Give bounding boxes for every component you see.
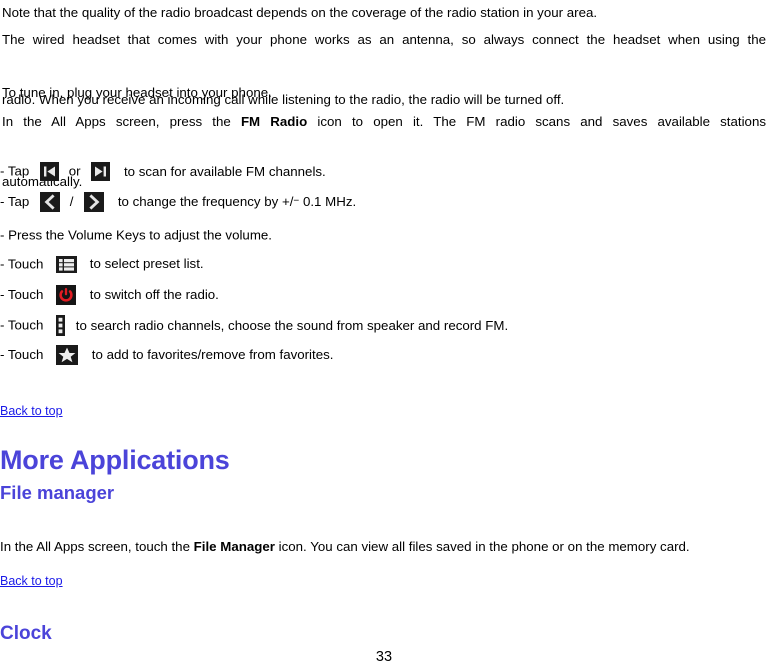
power-icon[interactable] bbox=[56, 285, 77, 305]
paragraph-all-apps-pre: In the All Apps screen, press the bbox=[2, 114, 241, 129]
paragraph-tune-in: To tune in, plug your headset into your … bbox=[0, 78, 704, 108]
bullet-preset-suffix: to select preset list. bbox=[89, 256, 204, 272]
bullet-scan-separator: or bbox=[68, 163, 81, 179]
heading-clock: Clock bbox=[0, 623, 52, 644]
bullet-switchoff-suffix: to switch off the radio. bbox=[89, 287, 219, 302]
paragraph-antenna-line1: The wired headset that comes with your p… bbox=[2, 32, 766, 47]
chevron-left-icon[interactable] bbox=[40, 192, 61, 212]
bullet-switchoff-prefix: - Touch bbox=[0, 287, 44, 302]
heading-more-applications: More Applications bbox=[0, 445, 230, 475]
bullet-scan-channels: - Tap or to scan for available FM channe… bbox=[0, 162, 326, 181]
paragraph-note-text: Note that the quality of the radio broad… bbox=[2, 5, 598, 20]
skip-next-icon[interactable] bbox=[91, 162, 111, 181]
overflow-menu-icon[interactable] bbox=[56, 315, 66, 336]
bullet-scan-suffix: to scan for available FM channels. bbox=[123, 163, 326, 179]
bullet-scan-prefix: - Tap bbox=[0, 163, 30, 179]
file-manager-label: File Manager bbox=[193, 539, 275, 554]
bullet-frequency-prefix: - Tap bbox=[0, 194, 30, 209]
bullet-frequency-separator: / bbox=[69, 194, 74, 209]
back-to-top-link-1[interactable]: Back to top bbox=[0, 403, 63, 419]
bullet-search-suffix: to search radio channels, choose the sou… bbox=[75, 317, 509, 333]
paragraph-all-apps: In the All Apps screen, press the FM Rad… bbox=[0, 107, 768, 197]
chevron-right-icon[interactable] bbox=[84, 192, 105, 212]
bullet-volume-keys: - Press the Volume Keys to adjust the vo… bbox=[0, 226, 272, 244]
paragraph-file-manager-post: icon. You can view all files saved in th… bbox=[274, 539, 690, 554]
paragraph-all-apps-post: icon to open it. The FM radio scans and … bbox=[307, 114, 766, 129]
page-number: 33 bbox=[375, 649, 393, 665]
bullet-search-channels: - Touch to search radio channels, choose… bbox=[0, 315, 508, 336]
document-page: Note that the quality of the radio broad… bbox=[0, 0, 768, 669]
paragraph-file-manager: In the All Apps screen, touch the File M… bbox=[0, 537, 768, 557]
bullet-favorites-suffix: to add to favorites/remove from favorite… bbox=[91, 347, 334, 362]
skip-previous-icon[interactable] bbox=[40, 162, 60, 181]
paragraph-file-manager-pre: In the All Apps screen, touch the bbox=[0, 539, 194, 554]
star-icon[interactable] bbox=[56, 345, 79, 365]
heading-file-manager: File manager bbox=[0, 482, 115, 503]
bullet-frequency-suffix-b: 0.1 MHz. bbox=[299, 194, 357, 209]
bullet-preset-list: - Touch to select preset list. bbox=[0, 255, 204, 273]
list-icon[interactable] bbox=[56, 255, 78, 273]
bullet-switch-off: - Touch to switch off the radio. bbox=[0, 285, 219, 305]
bullet-change-frequency: - Tap / to change the frequency by +/− 0… bbox=[0, 192, 356, 212]
bullet-frequency-suffix-a: to change the frequency by +/ bbox=[117, 194, 294, 209]
bullet-volume-text: - Press the Volume Keys to adjust the vo… bbox=[0, 227, 272, 243]
bullet-search-prefix: - Touch bbox=[0, 317, 44, 333]
bullet-preset-prefix: - Touch bbox=[0, 256, 44, 272]
fm-radio-label: FM Radio bbox=[240, 114, 308, 129]
back-to-top-link-2[interactable]: Back to top bbox=[0, 573, 63, 589]
bullet-favorites: - Touch to add to favorites/remove from … bbox=[0, 345, 333, 365]
bullet-favorites-prefix: - Touch bbox=[0, 347, 44, 362]
paragraph-note: Note that the quality of the radio broad… bbox=[0, 0, 764, 28]
paragraph-tune-in-text: To tune in, plug your headset into your … bbox=[2, 85, 272, 100]
